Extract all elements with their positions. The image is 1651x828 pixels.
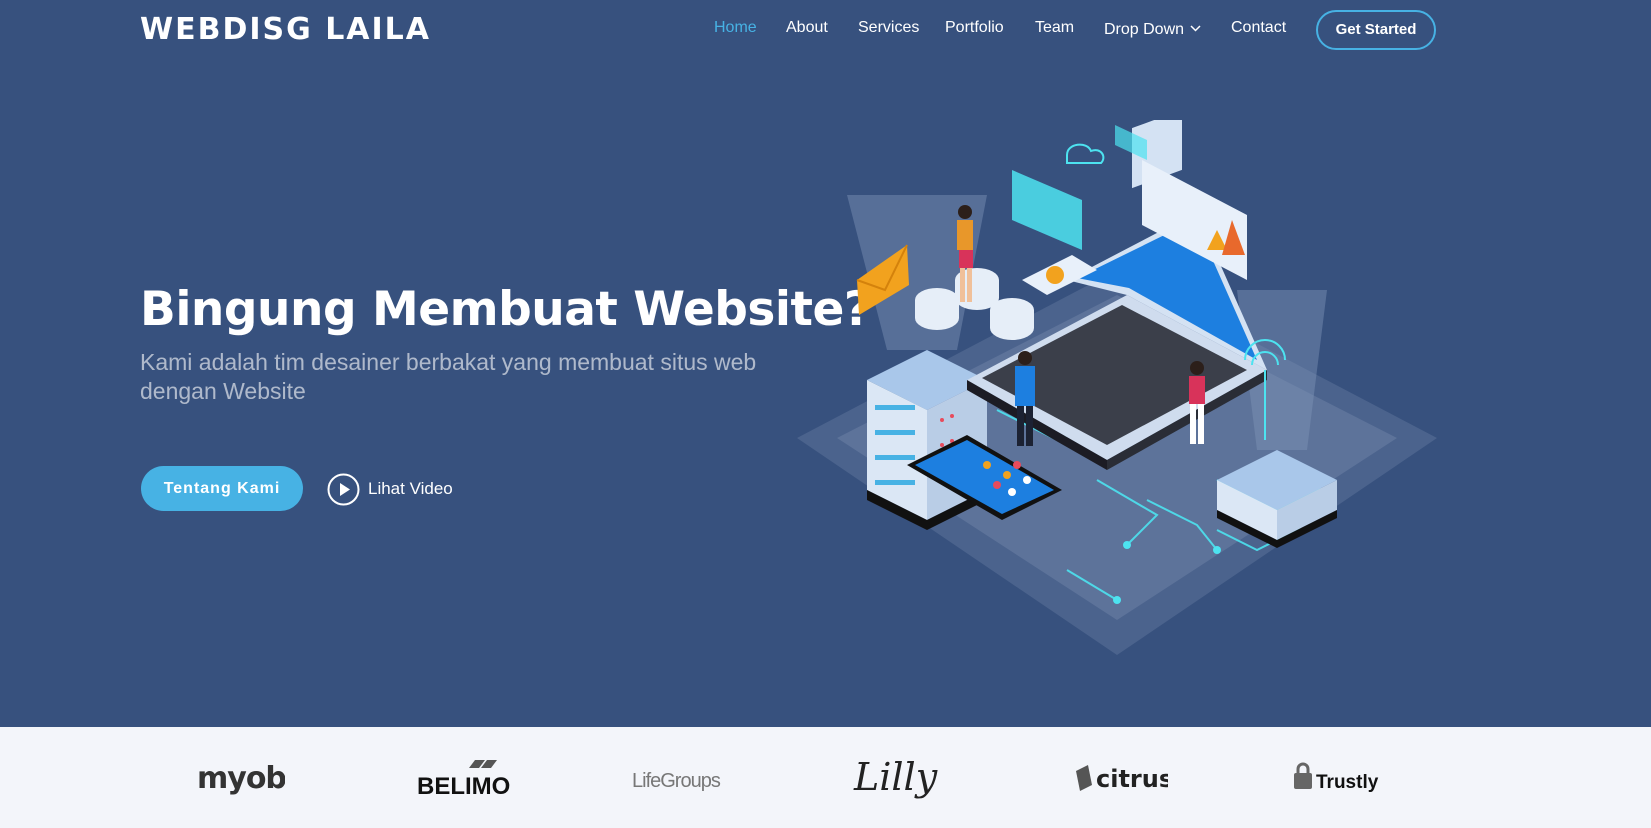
client-logo-citrus: citrus [1060, 727, 1180, 828]
watch-video-label: Lihat Video [368, 479, 453, 498]
client-logo-trustly: Trustly [1280, 727, 1400, 828]
nav-services[interactable]: Services [858, 19, 919, 37]
nav-about[interactable]: About [786, 19, 828, 37]
client-logo-lilly: Lilly [840, 727, 960, 828]
svg-text:citrus: citrus [1096, 765, 1168, 793]
svg-text:Lilly: Lilly [853, 755, 938, 799]
chevron-down-icon [1190, 19, 1201, 37]
watch-video-link[interactable]: Lihat Video [327, 472, 453, 506]
nav-team[interactable]: Team [1035, 19, 1074, 37]
nav-portfolio[interactable]: Portfolio [945, 19, 1004, 37]
hero-subtitle: Kami adalah tim desainer berbakat yang m… [140, 349, 757, 404]
site-header: WEBDISG LAILA Home About Services Portfo… [0, 0, 1651, 60]
client-logo-lifegroups: LifeGroups [620, 727, 740, 828]
svg-text:LifeGroups: LifeGroups [632, 770, 721, 792]
about-us-button[interactable]: Tentang Kami [141, 466, 303, 511]
play-circle-icon [327, 473, 360, 506]
hero-illustration [797, 109, 1437, 660]
client-logo-belimo: BELIMO [400, 727, 530, 828]
nav-dropdown-label: Drop Down [1104, 21, 1185, 38]
svg-text:BELIMO: BELIMO [417, 773, 510, 800]
hero-title: Bingung Membuat Website? [140, 282, 871, 337]
clients-section: myob BELIMO LifeGroups Lilly citrus Trus… [0, 727, 1651, 828]
svg-text:myob: myob [197, 761, 285, 796]
nav-dropdown[interactable]: Drop Down [1104, 19, 1201, 39]
nav-contact[interactable]: Contact [1231, 19, 1286, 37]
nav-home[interactable]: Home [714, 19, 757, 37]
get-started-button[interactable]: Get Started [1316, 10, 1436, 50]
client-logo-myob: myob [180, 727, 300, 828]
svg-text:Trustly: Trustly [1316, 772, 1379, 793]
